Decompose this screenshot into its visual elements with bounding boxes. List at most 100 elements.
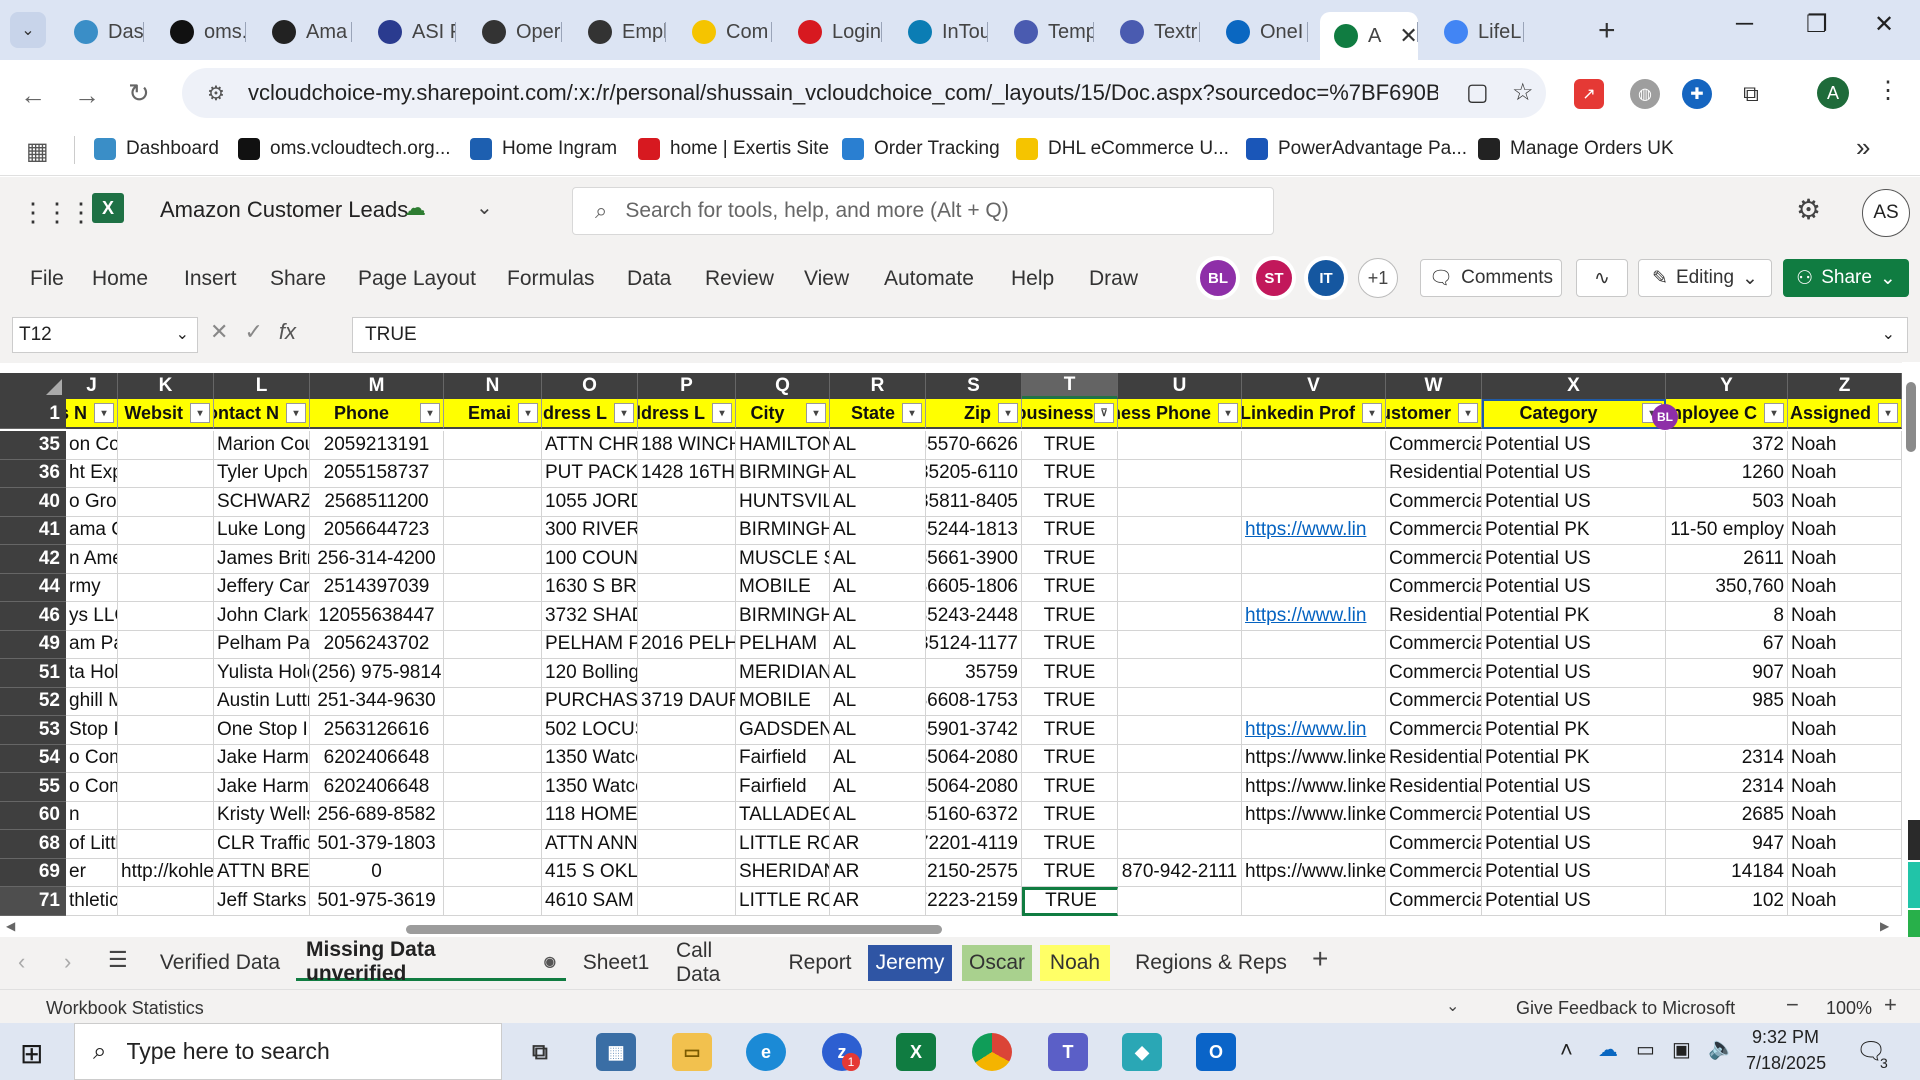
table-cell[interactable]: Marion Cou — [214, 431, 310, 460]
browser-tab[interactable]: OneI — [1212, 12, 1308, 52]
table-cell[interactable]: TRUE — [1022, 858, 1118, 887]
filter-dropdown-icon[interactable]: ▾ — [998, 403, 1018, 423]
title-chevron-down-icon[interactable]: ⌄ — [476, 195, 493, 220]
table-cell[interactable]: Noah — [1788, 459, 1902, 488]
table-cell[interactable] — [444, 773, 542, 802]
formula-input[interactable]: TRUE ⌄ — [352, 317, 1908, 353]
header-cell[interactable]: ddress L ▾ — [638, 399, 736, 429]
table-cell[interactable]: Potential US — [1482, 659, 1666, 688]
table-cell[interactable]: 35759 — [926, 659, 1022, 688]
row-header[interactable]: 41 — [0, 516, 66, 545]
table-cell[interactable]: 2016 PELH — [638, 630, 736, 659]
table-cell[interactable]: TRUE — [1022, 687, 1118, 716]
table-cell[interactable] — [118, 459, 214, 488]
table-cell[interactable] — [118, 630, 214, 659]
table-cell[interactable] — [118, 744, 214, 773]
table-cell[interactable]: Fairfield — [736, 744, 830, 773]
table-cell[interactable]: Noah — [1788, 488, 1902, 517]
table-cell[interactable]: AR — [830, 858, 926, 887]
table-cell[interactable]: 11-50 employ — [1666, 516, 1788, 545]
filter-dropdown-icon[interactable]: ▾ — [286, 403, 306, 423]
globe-extension-icon[interactable]: ◍ — [1630, 79, 1660, 109]
table-cell[interactable]: Noah — [1788, 545, 1902, 574]
table-cell[interactable]: Potential US — [1482, 431, 1666, 460]
table-cell[interactable]: One Stop In — [214, 716, 310, 745]
table-cell[interactable] — [1118, 602, 1242, 631]
tray-chevron-icon[interactable]: ˄ — [1560, 1037, 1573, 1063]
coauthor-avatar[interactable]: ST — [1254, 258, 1294, 298]
column-header[interactable]: K — [118, 373, 214, 399]
table-cell[interactable] — [1118, 887, 1242, 916]
table-cell[interactable] — [1118, 716, 1242, 745]
table-cell[interactable] — [638, 887, 736, 916]
header-cell[interactable]: Category▾ — [1482, 399, 1666, 429]
browser-tab[interactable]: Empl — [574, 12, 666, 52]
table-cell[interactable]: AL — [830, 687, 926, 716]
table-cell[interactable]: https://www.lin — [1242, 602, 1386, 631]
table-cell[interactable]: Noah — [1788, 773, 1902, 802]
table-cell[interactable] — [1242, 659, 1386, 688]
table-cell[interactable]: PUT PACK, — [542, 459, 638, 488]
table-cell[interactable] — [118, 773, 214, 802]
table-cell[interactable]: 503 — [1666, 488, 1788, 517]
table-cell[interactable]: HAMILTON — [736, 431, 830, 460]
table-cell[interactable]: 8 — [1666, 602, 1788, 631]
column-header[interactable]: W — [1386, 373, 1482, 399]
table-cell[interactable]: 907 — [1666, 659, 1788, 688]
spreadsheet-grid[interactable]: Jss N▾KWebsit▾Lontact N▾MPhone▾NEmai▾Odd… — [0, 373, 1902, 921]
ribbon-tab[interactable]: View — [804, 267, 849, 291]
column-header[interactable]: Q — [736, 373, 830, 399]
coauthor-avatar[interactable]: BL — [1198, 258, 1238, 298]
table-cell[interactable] — [118, 431, 214, 460]
browser-tab[interactable]: oms. — [156, 12, 246, 52]
table-cell[interactable] — [1118, 459, 1242, 488]
table-cell[interactable]: Commercia — [1386, 488, 1482, 517]
table-cell[interactable]: rmy — [66, 573, 118, 602]
table-cell[interactable]: 72201-4119 — [926, 830, 1022, 859]
ribbon-tab[interactable]: Automate — [884, 267, 974, 291]
row-header[interactable]: 35 — [0, 431, 66, 460]
table-cell[interactable]: Noah — [1788, 716, 1902, 745]
table-cell[interactable] — [1242, 459, 1386, 488]
horizontal-scroll-thumb[interactable] — [406, 925, 942, 934]
table-cell[interactable]: n — [66, 801, 118, 830]
table-cell[interactable]: HUNTSVILL — [736, 488, 830, 517]
file-explorer-icon[interactable]: ▭ — [672, 1033, 712, 1071]
table-cell[interactable]: Noah — [1788, 630, 1902, 659]
table-cell[interactable]: Noah — [1788, 858, 1902, 887]
row-header[interactable]: 36 — [0, 459, 66, 488]
table-cell[interactable]: 256-689-8582 — [310, 801, 444, 830]
table-cell[interactable] — [1118, 516, 1242, 545]
table-cell[interactable] — [1242, 431, 1386, 460]
table-cell[interactable] — [118, 488, 214, 517]
enter-check-icon[interactable]: ✓ — [244, 319, 262, 345]
table-cell[interactable] — [118, 887, 214, 916]
filter-dropdown-icon[interactable]: ▾ — [1218, 403, 1238, 423]
table-cell[interactable]: o Companies — [66, 773, 118, 802]
table-cell[interactable]: Potential US — [1482, 801, 1666, 830]
prev-sheet-icon[interactable]: ‹ — [18, 949, 25, 975]
table-cell[interactable]: TRUE — [1022, 630, 1118, 659]
filter-dropdown-icon[interactable]: ▾ — [94, 403, 114, 423]
table-cell[interactable] — [118, 687, 214, 716]
column-header[interactable]: N — [444, 373, 542, 399]
more-bookmarks-icon[interactable]: » — [1856, 132, 1870, 163]
extension-icon[interactable]: ✚ — [1682, 79, 1712, 109]
browser-tab[interactable]: Ama — [258, 12, 352, 52]
header-cell[interactable]: ustomer ▾ — [1386, 399, 1482, 429]
table-cell[interactable] — [118, 602, 214, 631]
column-header[interactable]: X — [1482, 373, 1666, 399]
table-cell[interactable]: Residential — [1386, 459, 1482, 488]
header-cell[interactable]: Websit ▾ — [118, 399, 214, 429]
table-cell[interactable] — [444, 573, 542, 602]
table-cell[interactable]: AR — [830, 887, 926, 916]
row-header[interactable]: 53 — [0, 716, 66, 745]
table-cell[interactable]: https://www.lin — [1242, 516, 1386, 545]
table-cell[interactable]: Commercia — [1386, 630, 1482, 659]
table-cell[interactable]: 4610 SAM PECK RD — [542, 887, 638, 916]
table-cell[interactable]: TRUE — [1022, 744, 1118, 773]
table-cell[interactable]: AL — [830, 431, 926, 460]
table-cell[interactable]: Potential US — [1482, 573, 1666, 602]
table-cell[interactable]: er — [66, 858, 118, 887]
table-cell[interactable]: AL — [830, 516, 926, 545]
